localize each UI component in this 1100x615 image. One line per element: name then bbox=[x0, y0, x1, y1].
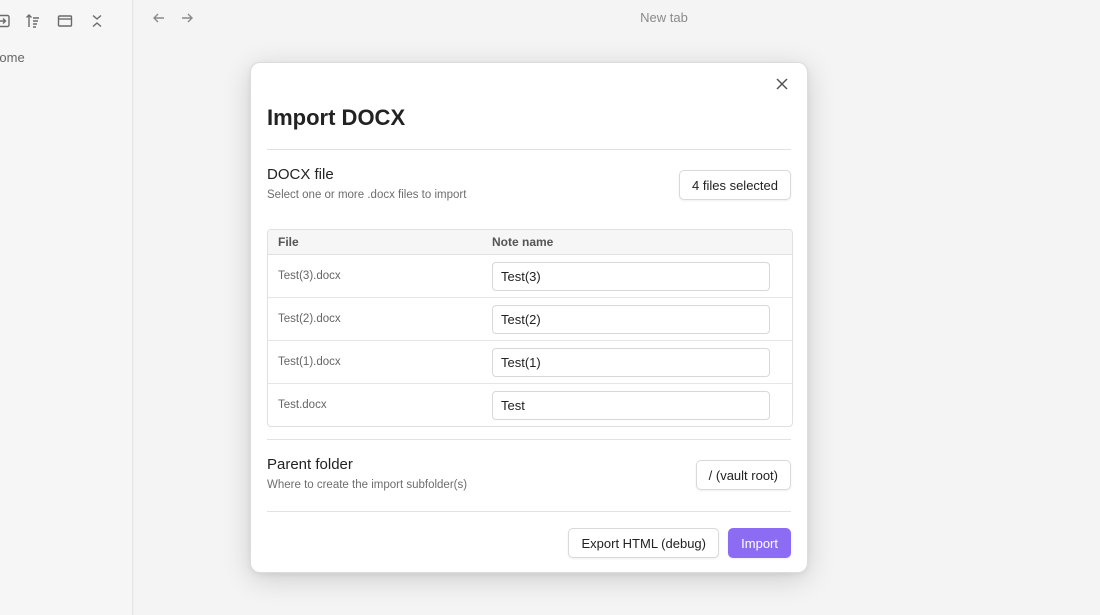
parent-folder-button[interactable]: / (vault root) bbox=[695, 460, 791, 490]
note-name-input[interactable] bbox=[492, 391, 770, 420]
sort-icon[interactable] bbox=[22, 10, 44, 32]
export-html-debug-button[interactable]: Export HTML (debug) bbox=[568, 528, 719, 558]
new-note-icon[interactable] bbox=[0, 10, 14, 32]
forward-arrow-icon[interactable] bbox=[177, 8, 197, 28]
file-name-cell: Test(3).docx bbox=[278, 270, 341, 282]
divider bbox=[267, 149, 791, 150]
divider bbox=[267, 511, 791, 512]
tab-title: New tab bbox=[640, 10, 688, 25]
file-name-cell: Test(2).docx bbox=[278, 313, 341, 325]
parent-folder-setting-name: Parent folder bbox=[267, 456, 353, 473]
note-name-input[interactable] bbox=[492, 262, 770, 291]
divider bbox=[267, 439, 791, 440]
close-icon[interactable] bbox=[771, 73, 793, 95]
file-name-cell: Test(1).docx bbox=[278, 356, 341, 368]
chevrons-collapse-icon[interactable] bbox=[86, 10, 108, 32]
table-row: Test(3).docx bbox=[268, 255, 792, 298]
back-arrow-icon[interactable] bbox=[149, 8, 169, 28]
import-docx-modal: Import DOCX DOCX file Select one or more… bbox=[250, 62, 808, 573]
collapse-all-icon[interactable] bbox=[54, 10, 76, 32]
column-header-file: File bbox=[278, 235, 299, 249]
table-header: File Note name bbox=[268, 230, 792, 255]
table-row: Test(1).docx bbox=[268, 341, 792, 384]
note-name-input[interactable] bbox=[492, 305, 770, 334]
note-name-input[interactable] bbox=[492, 348, 770, 377]
column-header-note-name: Note name bbox=[492, 235, 554, 249]
modal-title: Import DOCX bbox=[267, 105, 406, 130]
table-row: Test.docx bbox=[268, 384, 792, 426]
docx-file-setting-description: Select one or more .docx files to import bbox=[267, 189, 467, 201]
table-row: Test(2).docx bbox=[268, 298, 792, 341]
docx-file-setting-name: DOCX file bbox=[267, 166, 334, 183]
parent-folder-setting-description: Where to create the import subfolder(s) bbox=[267, 479, 468, 491]
select-files-button[interactable]: 4 files selected bbox=[679, 170, 791, 200]
sidebar: Home bbox=[0, 0, 133, 615]
import-button[interactable]: Import bbox=[728, 528, 791, 558]
sidebar-item-home[interactable]: Home bbox=[0, 50, 40, 65]
file-name-cell: Test.docx bbox=[278, 399, 327, 411]
file-table: File Note name Test(3).docx Test(2).docx… bbox=[267, 229, 793, 427]
